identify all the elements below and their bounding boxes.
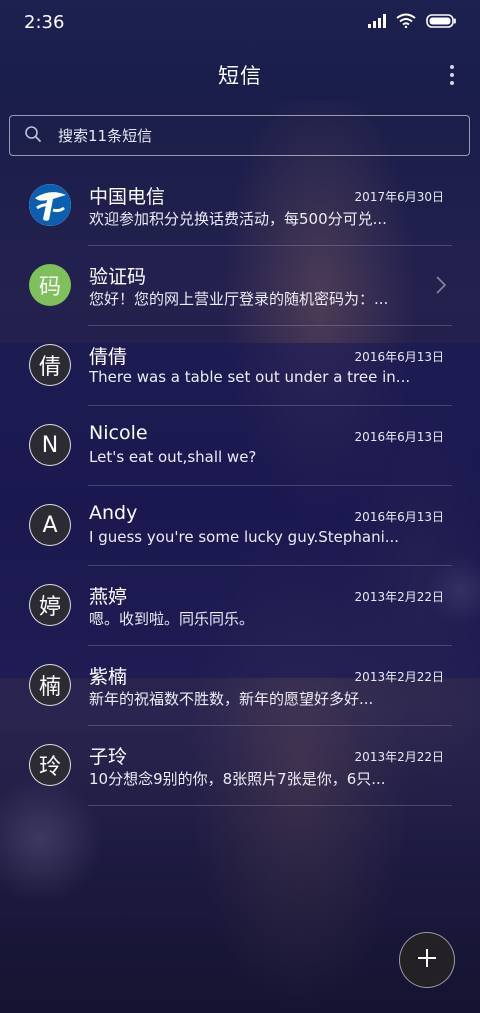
status-bar: 2:36 <box>0 0 480 44</box>
signal-icon <box>368 13 386 32</box>
contact-name: Nicole <box>89 422 148 444</box>
message-date: 2013年2月22日 <box>354 670 444 684</box>
chevron-right-icon <box>436 276 447 298</box>
search-placeholder: 搜索11条短信 <box>58 127 153 145</box>
message-date: 2013年2月22日 <box>354 590 444 604</box>
message-date: 2013年2月22日 <box>354 750 444 764</box>
contact-name: 中国电信 <box>89 186 166 208</box>
avatar: 码 <box>29 264 71 306</box>
message-preview: 10分想念9别的你，8张照片7张是你，6只... <box>89 770 386 788</box>
avatar: 楠 <box>29 664 71 706</box>
contact-name: Andy <box>89 502 138 524</box>
page-title: 短信 <box>218 64 262 88</box>
more-vertical-icon[interactable] <box>448 65 456 85</box>
message-preview: 您好！您的网上营业厅登录的随机密码为：... <box>89 290 389 308</box>
avatar: A <box>29 504 71 546</box>
contact-name: 验证码 <box>89 266 147 288</box>
message-preview: Let's eat out,shall we? <box>89 448 257 466</box>
conversation-item[interactable]: 婷 燕婷 2013年2月22日 嗯。收到啦。同乐同乐。 <box>0 566 480 646</box>
contact-name: 子玲 <box>89 746 128 768</box>
plus-icon <box>416 947 438 973</box>
avatar: N <box>29 424 71 466</box>
message-preview: 新年的祝福数不胜数，新年的愿望好多好... <box>89 690 374 708</box>
battery-icon <box>426 13 456 32</box>
message-date: 2016年6月13日 <box>354 510 444 524</box>
conversation-item[interactable]: N Nicole 2016年6月13日 Let's eat out,shall … <box>0 406 480 486</box>
contact-name: 倩倩 <box>89 346 128 368</box>
status-time: 2:36 <box>24 11 65 33</box>
conversation-item[interactable]: 中国电信 2017年6月30日 欢迎参加积分兑换话费活动，每500分可兑... <box>0 166 480 246</box>
avatar: 倩 <box>29 344 71 386</box>
china-telecom-logo-icon <box>29 184 71 226</box>
search-icon <box>24 125 42 147</box>
contact-name: 燕婷 <box>89 586 128 608</box>
conversation-item[interactable]: 楠 紫楠 2013年2月22日 新年的祝福数不胜数，新年的愿望好多好... <box>0 646 480 726</box>
new-message-button[interactable] <box>399 932 455 988</box>
message-preview: 嗯。收到啦。同乐同乐。 <box>89 610 255 628</box>
conversation-item[interactable]: 倩 倩倩 2016年6月13日 There was a table set ou… <box>0 326 480 406</box>
message-preview: There was a table set out under a tree i… <box>89 368 411 386</box>
conversation-item[interactable]: 玲 子玲 2013年2月22日 10分想念9别的你，8张照片7张是你，6只... <box>0 726 480 806</box>
conversation-item[interactable]: A Andy 2016年6月13日 I guess you're some lu… <box>0 486 480 566</box>
search-input[interactable]: 搜索11条短信 <box>9 115 470 156</box>
contact-name: 紫楠 <box>89 666 128 688</box>
wifi-icon <box>396 13 416 32</box>
app-bar: 短信 <box>0 44 480 106</box>
divider <box>88 805 452 806</box>
avatar: 婷 <box>29 584 71 626</box>
message-date: 2017年6月30日 <box>354 190 444 204</box>
conversation-list: 中国电信 2017年6月30日 欢迎参加积分兑换话费活动，每500分可兑... … <box>0 166 480 806</box>
message-preview: 欢迎参加积分兑换话费活动，每500分可兑... <box>89 210 387 228</box>
conversation-item[interactable]: 码 验证码 您好！您的网上营业厅登录的随机密码为：... <box>0 246 480 326</box>
avatar: 玲 <box>29 744 71 786</box>
message-date: 2016年6月13日 <box>354 350 444 364</box>
status-icons <box>368 13 456 32</box>
message-date: 2016年6月13日 <box>354 430 444 444</box>
message-preview: I guess you're some lucky guy.Stephani..… <box>89 528 400 546</box>
